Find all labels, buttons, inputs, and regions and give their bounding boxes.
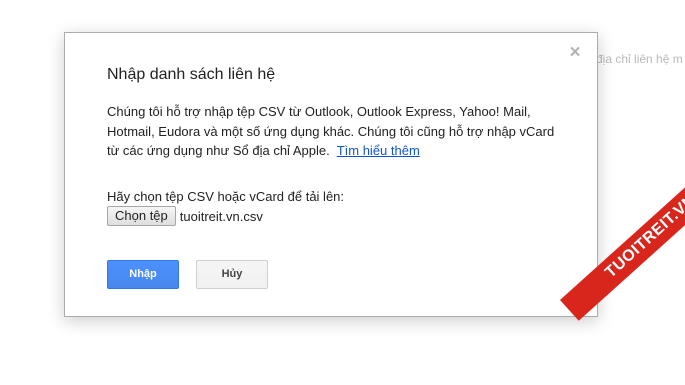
choose-file-label: Hãy chọn tệp CSV hoặc vCard để tải lên:	[107, 189, 345, 204]
dialog-title: Nhập danh sách liên hệ	[107, 66, 276, 83]
learn-more-link[interactable]: Tìm hiểu thêm	[337, 143, 420, 158]
selected-file-name: tuoitreit.vn.csv	[179, 208, 263, 224]
choose-file-button[interactable]: Chọn tệp	[107, 206, 176, 226]
import-contacts-dialog: × Nhập danh sách liên hệ Chúng tôi hỗ tr…	[64, 32, 598, 317]
background-contacts-text: địa chỉ liên hệ m	[596, 52, 683, 66]
import-button[interactable]: Nhập	[107, 260, 179, 289]
close-icon[interactable]: ×	[567, 43, 583, 62]
cancel-button[interactable]: Hủy	[196, 260, 268, 289]
description-text: Chúng tôi hỗ trợ nhập tệp CSV từ Outlook…	[107, 104, 555, 158]
dialog-description: Chúng tôi hỗ trợ nhập tệp CSV từ Outlook…	[107, 102, 567, 161]
file-picker: Chọn tệp tuoitreit.vn.csv	[107, 206, 263, 226]
